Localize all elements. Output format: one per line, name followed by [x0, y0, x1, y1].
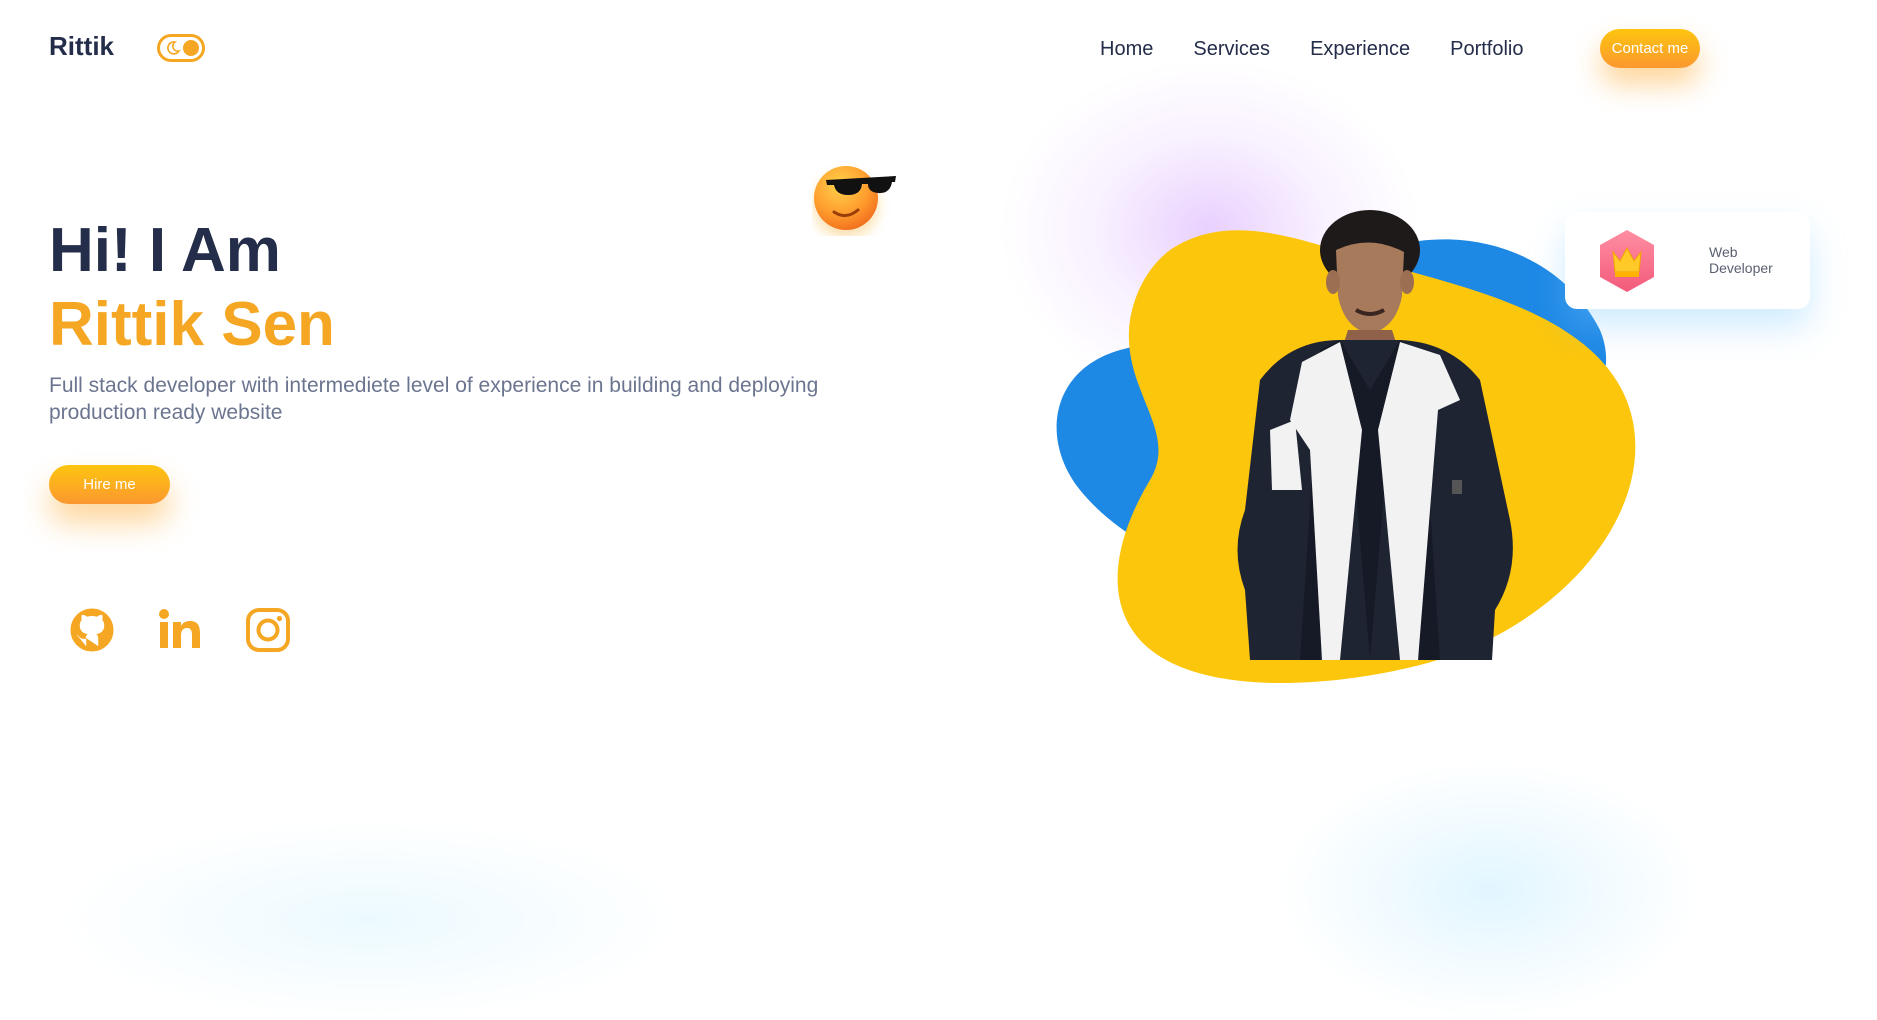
toggle-knob: [183, 40, 199, 56]
background-glow-blue: [1280, 760, 1700, 1020]
github-icon[interactable]: [68, 606, 116, 654]
sunglasses-emoji-icon: [814, 166, 896, 230]
brand-logo[interactable]: Rittik: [49, 31, 114, 62]
hero-name: Rittik Sen: [49, 290, 335, 359]
moon-icon: [167, 41, 181, 55]
badge-label: Web Developer: [1709, 244, 1773, 276]
main-nav: Home Services Experience Portfolio: [1100, 38, 1524, 61]
social-links: [68, 606, 292, 654]
linkedin-icon[interactable]: [156, 606, 204, 654]
web-developer-card: Web Developer: [1565, 212, 1810, 309]
nav-home[interactable]: Home: [1100, 38, 1153, 61]
hire-me-button[interactable]: Hire me: [49, 465, 170, 504]
nav-services[interactable]: Services: [1193, 38, 1270, 61]
instagram-icon[interactable]: [244, 606, 292, 654]
theme-toggle[interactable]: [157, 34, 205, 62]
hero-description: Full stack developer with intermediete l…: [49, 374, 819, 424]
crown-icon: [1600, 230, 1654, 292]
nav-experience[interactable]: Experience: [1310, 38, 1410, 61]
nav-portfolio[interactable]: Portfolio: [1450, 38, 1523, 61]
contact-button[interactable]: Contact me: [1600, 29, 1700, 68]
hero-greeting: Hi! I Am: [49, 216, 281, 285]
background-glow-blue-left: [60, 820, 680, 1020]
